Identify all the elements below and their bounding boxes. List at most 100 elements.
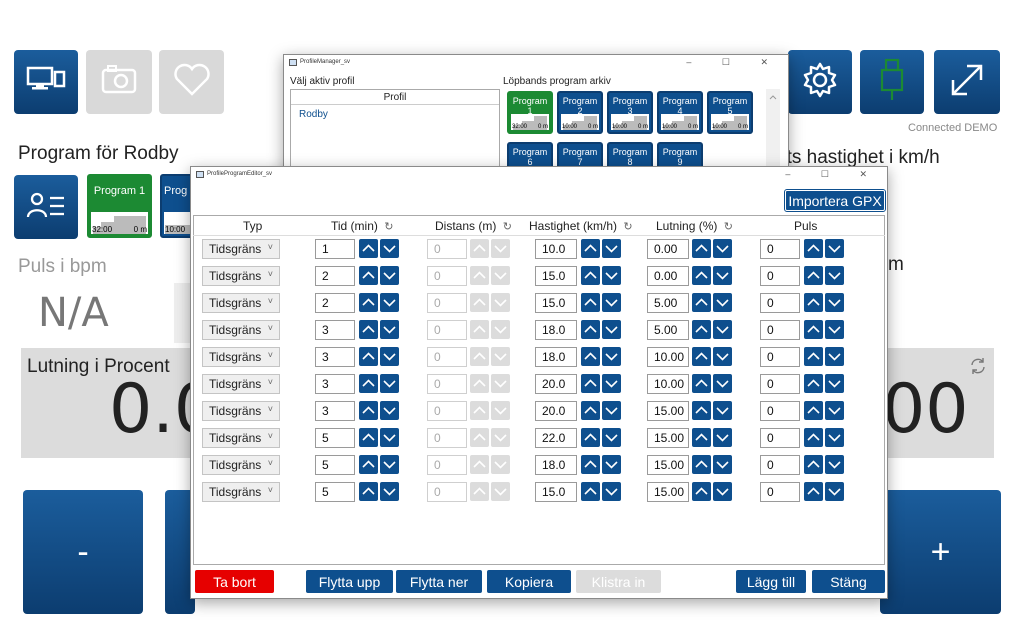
time-up-button[interactable] (359, 347, 378, 366)
speed-input[interactable]: 20.0 (535, 374, 577, 394)
speed-down-button[interactable] (602, 401, 621, 420)
speed-up-button[interactable] (581, 482, 600, 501)
incline-up-button[interactable] (692, 455, 711, 474)
time-input[interactable]: 3 (315, 401, 355, 421)
speed-up-button[interactable] (581, 401, 600, 420)
pulse-input[interactable]: 0 (760, 455, 800, 475)
incline-down-button[interactable] (713, 239, 732, 258)
time-down-button[interactable] (380, 347, 399, 366)
speed-input[interactable]: 15.0 (535, 293, 577, 313)
time-input[interactable]: 5 (315, 455, 355, 475)
speed-up-button[interactable] (581, 428, 600, 447)
pulse-up-button[interactable] (804, 293, 823, 312)
time-up-button[interactable] (359, 293, 378, 312)
incline-input[interactable]: 15.00 (647, 428, 689, 448)
incline-input[interactable]: 5.00 (647, 320, 689, 340)
type-select[interactable]: Tidsgräns ˅ (202, 401, 280, 421)
profile-list-button[interactable] (14, 175, 78, 239)
time-up-button[interactable] (359, 374, 378, 393)
incline-up-button[interactable] (692, 401, 711, 420)
pulse-input[interactable]: 0 (760, 347, 800, 367)
time-input[interactable]: 1 (315, 239, 355, 259)
type-select[interactable]: Tidsgräns ˅ (202, 293, 280, 313)
speed-down-button[interactable] (602, 374, 621, 393)
speed-input[interactable]: 10.0 (535, 239, 577, 259)
incline-down-button[interactable] (713, 482, 732, 501)
speed-up-button[interactable] (581, 293, 600, 312)
type-select[interactable]: Tidsgräns ˅ (202, 239, 280, 259)
speed-down-button[interactable] (602, 455, 621, 474)
pulse-down-button[interactable] (825, 320, 844, 339)
pulse-up-button[interactable] (804, 347, 823, 366)
speed-down-button[interactable] (602, 347, 621, 366)
type-select[interactable]: Tidsgräns ˅ (202, 266, 280, 286)
incline-up-button[interactable] (692, 428, 711, 447)
pulse-up-button[interactable] (804, 266, 823, 285)
pulse-down-button[interactable] (825, 266, 844, 285)
pulse-input[interactable]: 0 (760, 266, 800, 286)
speed-up-button[interactable] (581, 455, 600, 474)
pulse-input[interactable]: 0 (760, 239, 800, 259)
time-down-button[interactable] (380, 428, 399, 447)
archive-program-tile[interactable]: Program 4 10:00 0 m (657, 91, 703, 134)
refresh-icon[interactable]: ↻ (503, 221, 512, 233)
move-down-button[interactable]: Flytta ner (396, 570, 482, 593)
favorite-button[interactable] (159, 50, 224, 114)
time-input[interactable]: 5 (315, 482, 355, 502)
speed-up-button[interactable] (581, 347, 600, 366)
time-input[interactable]: 3 (315, 347, 355, 367)
incline-down-button[interactable] (713, 374, 732, 393)
time-down-button[interactable] (380, 401, 399, 420)
speed-input[interactable]: 15.0 (535, 482, 577, 502)
time-input[interactable]: 5 (315, 428, 355, 448)
speed-down-button[interactable] (602, 239, 621, 258)
time-up-button[interactable] (359, 455, 378, 474)
move-up-button[interactable]: Flytta upp (306, 570, 393, 593)
pulse-up-button[interactable] (804, 239, 823, 258)
pulse-up-button[interactable] (804, 428, 823, 447)
time-input[interactable]: 2 (315, 293, 355, 313)
time-input[interactable]: 3 (315, 320, 355, 340)
incline-input[interactable]: 15.00 (647, 482, 689, 502)
speed-up-button[interactable] (581, 320, 600, 339)
time-input[interactable]: 3 (315, 374, 355, 394)
incline-input[interactable]: 10.00 (647, 347, 689, 367)
camera-button[interactable] (86, 50, 152, 114)
time-down-button[interactable] (380, 293, 399, 312)
time-down-button[interactable] (380, 455, 399, 474)
speed-down-button[interactable] (602, 266, 621, 285)
time-up-button[interactable] (359, 428, 378, 447)
pulse-up-button[interactable] (804, 320, 823, 339)
refresh-icon[interactable]: ↻ (384, 221, 393, 233)
speed-input[interactable]: 18.0 (535, 320, 577, 340)
window-controls[interactable]: – ☐ ✕ (686, 57, 782, 68)
incline-input[interactable]: 0.00 (647, 266, 689, 286)
incline-down-button[interactable] (713, 347, 732, 366)
pulse-input[interactable]: 0 (760, 320, 800, 340)
usb-connection-button[interactable] (860, 50, 924, 114)
speed-down-button[interactable] (602, 293, 621, 312)
time-up-button[interactable] (359, 401, 378, 420)
speed-up-button[interactable] (581, 374, 600, 393)
type-select[interactable]: Tidsgräns ˅ (202, 482, 280, 502)
incline-input[interactable]: 0.00 (647, 239, 689, 259)
pulse-input[interactable]: 0 (760, 401, 800, 421)
time-down-button[interactable] (380, 320, 399, 339)
refresh-icon[interactable]: ↻ (623, 221, 632, 233)
fullscreen-button[interactable] (934, 50, 1000, 114)
settings-button[interactable] (788, 50, 852, 114)
speed-input[interactable]: 15.0 (535, 266, 577, 286)
import-gpx-button[interactable]: Importera GPX (784, 189, 886, 212)
type-select[interactable]: Tidsgräns ˅ (202, 320, 280, 340)
pulse-down-button[interactable] (825, 401, 844, 420)
copy-button[interactable]: Kopiera (487, 570, 571, 593)
time-up-button[interactable] (359, 482, 378, 501)
incline-input[interactable]: 10.00 (647, 374, 689, 394)
pulse-down-button[interactable] (825, 374, 844, 393)
pulse-up-button[interactable] (804, 455, 823, 474)
incline-down-button[interactable] (713, 320, 732, 339)
profile-item[interactable]: Rodby (291, 105, 499, 120)
pulse-down-button[interactable] (825, 239, 844, 258)
speed-input[interactable]: 22.0 (535, 428, 577, 448)
pulse-down-button[interactable] (825, 293, 844, 312)
